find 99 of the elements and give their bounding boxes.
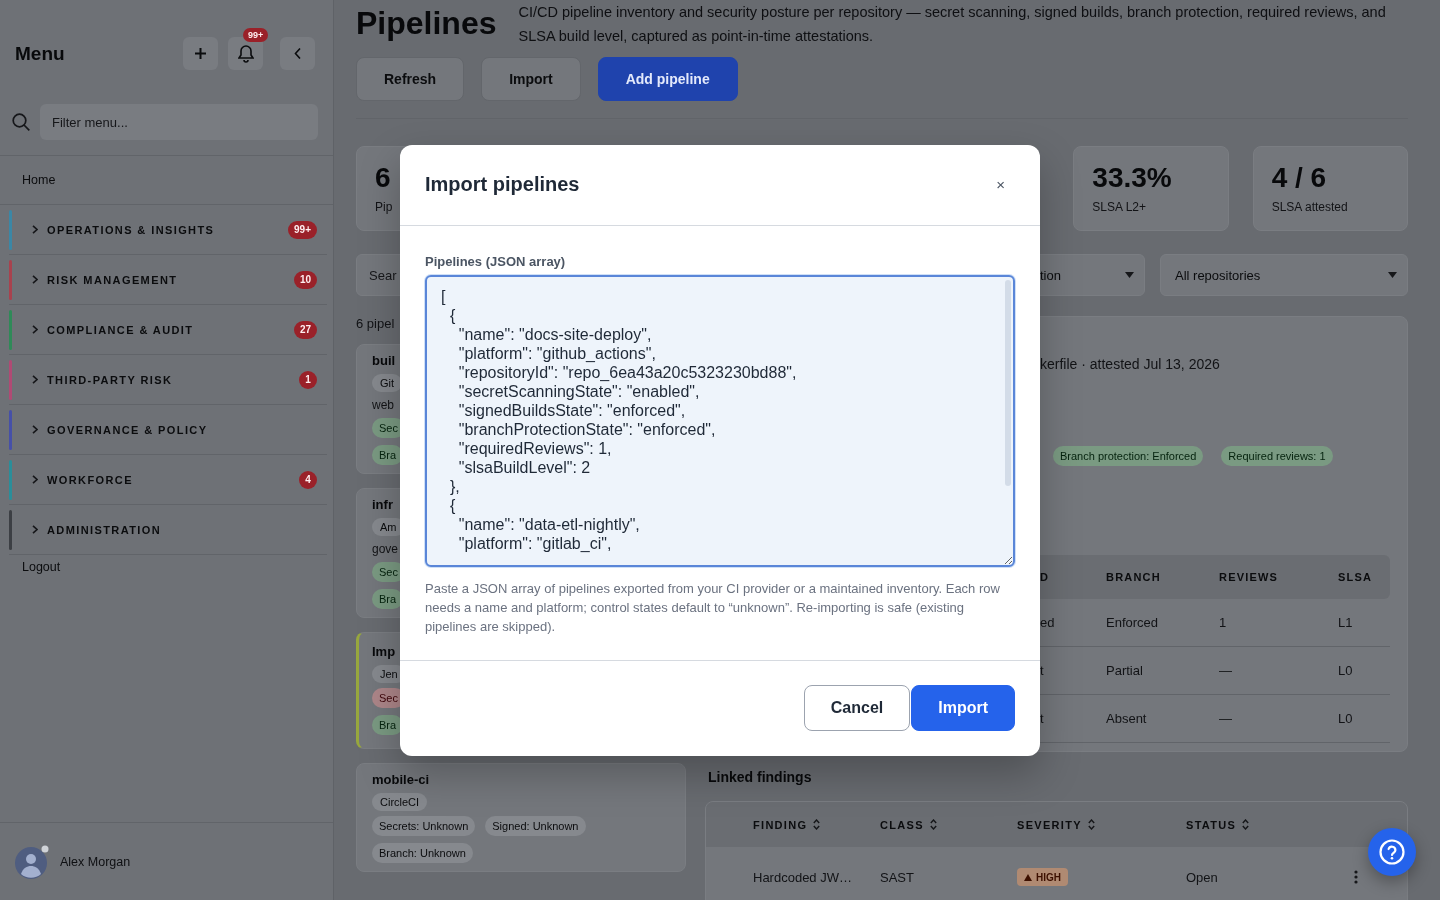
notification-badge: 99+ [243, 28, 269, 42]
sortable-column-header[interactable]: CLASS [880, 818, 937, 831]
plus-icon [195, 48, 206, 59]
count-badge: 99+ [288, 220, 317, 239]
sortable-column-header[interactable]: SEVERITY [1017, 818, 1095, 831]
pipeline-name: buil [372, 353, 396, 369]
nav-section[interactable]: THIRD-PARTY RISK 1 [9, 355, 327, 405]
filter-field[interactable]: Filter menu... [40, 104, 318, 140]
control-chip: Signed: Unknown [485, 816, 586, 836]
column-header: REVIEWS [1219, 571, 1279, 583]
sortable-column-header[interactable]: FINDING [753, 818, 821, 831]
search-icon [12, 113, 30, 131]
section-title: Linked findings [708, 768, 812, 786]
table-cell: 1 [1219, 615, 1227, 630]
severity-text: HIGH [1036, 871, 1061, 883]
chevron-left-icon [294, 48, 301, 59]
nav-section[interactable]: COMPLIANCE & AUDIT 27 [9, 305, 327, 355]
platform-tag: Git [372, 374, 403, 392]
table-cell: Hardcoded JW… [753, 869, 852, 885]
stat-value: 4 / 6 [1271, 162, 1327, 194]
stat-label: Pip [375, 199, 393, 215]
table-cell: Partial [1106, 663, 1143, 678]
table-cell: Open [1186, 869, 1218, 885]
sort-icon [1087, 819, 1095, 830]
close-button[interactable]: × [992, 174, 1009, 195]
stat-label: SLSA attested [1271, 199, 1348, 215]
attestation-text: kerfile · attested Jul 13, 2026 [1040, 355, 1220, 374]
toolbar-button[interactable]: Refresh [356, 57, 465, 101]
bell-icon [237, 44, 254, 63]
nav-section[interactable]: RISK MANAGEMENT 10 [9, 255, 327, 305]
table-cell: t [1040, 663, 1044, 678]
import-button[interactable]: Import [911, 684, 1015, 731]
table-cell: SAST [880, 869, 914, 885]
avatar-icon [15, 844, 49, 879]
stat-value: 33.3% [1092, 162, 1172, 194]
count-badge: 27 [293, 320, 317, 339]
nav-section[interactable]: ADMINISTRATION [9, 505, 327, 555]
count-badge: 1 [299, 370, 317, 389]
table-cell: L0 [1338, 711, 1353, 726]
column-header-text: STATUS [1186, 818, 1237, 831]
help-icon [1379, 839, 1405, 865]
table-cell: — [1219, 711, 1232, 726]
sort-icon [813, 819, 821, 830]
count-badge: 10 [293, 270, 317, 289]
scrollbar[interactable] [1005, 279, 1011, 486]
pipeline-count: 6 pipel [356, 316, 395, 332]
pipeline-name: Imp [372, 644, 396, 660]
page-description: CI/CD pipeline inventory and security posture per repository — secret scanning, signed builds, branch protection, required reviews, and SLSA build level, captured as point-in-time attestations. [518, 3, 1387, 46]
sidebar-title: Menu [15, 42, 66, 65]
column-header: SLSA [1338, 571, 1373, 583]
stat-value: 6 [375, 162, 391, 194]
warning-triangle-icon [1024, 873, 1032, 881]
add-button[interactable] [183, 37, 218, 70]
stat-label: SLSA L2+ [1092, 199, 1147, 215]
caret-down-icon [1125, 272, 1134, 278]
table-cell: L0 [1338, 663, 1353, 678]
pipeline-name: infr [372, 497, 393, 513]
count-badge: 4 [299, 470, 317, 489]
logout-link[interactable]: Logout [22, 560, 61, 574]
help-text: Paste a JSON array of pipelines exported from your CI provider or a maintained inventory. Each row needs a name and platform; control states default to “unknown”. Re-importing is safe (existing pipelines are skipped). [425, 579, 1001, 636]
column-header-text: CLASS [880, 818, 924, 831]
modal-title: Import pipelines [425, 173, 580, 196]
filter-select[interactable]: All repositories [1160, 254, 1408, 296]
table-cell: t [1040, 711, 1044, 726]
control-chip: Branch: Unknown [372, 843, 473, 863]
json-input-field[interactable]: [ { "name": "docs-site-deploy", "platform": "github_actions", "repositoryId": "repo_6ea43a20c5323230bd88", "secretScanningState": "enabled", "signedBuildsState": "enforced", "branchProtectionState": "enforced", "requiredReviews": 1, "slsaBuildLevel": 2 }, { "name": "data-etl-nightly", "platform": "gitlab_ci", [425, 274, 1015, 567]
table-cell: ed [1040, 615, 1055, 630]
kebab-menu-icon [1354, 870, 1358, 884]
control-chip: Branch protection: Enforced [1053, 446, 1204, 466]
column-header: BRANCH [1106, 571, 1161, 583]
platform-tag: CircleCI [372, 793, 428, 811]
table-cell: Absent [1106, 711, 1147, 726]
page-title: Pipelines [356, 4, 497, 40]
sortable-column-header[interactable]: STATUS [1186, 818, 1250, 831]
user-name: Alex Morgan [60, 854, 131, 869]
notifications-button[interactable] [228, 37, 263, 70]
nav-section[interactable]: WORKFORCE 4 [9, 455, 327, 505]
nav-section[interactable]: OPERATIONS & INSIGHTS 99+ [9, 205, 327, 255]
sort-icon [1242, 819, 1250, 830]
toolbar-button[interactable]: Import [481, 57, 581, 101]
table-cell: — [1219, 663, 1232, 678]
column-header-text: SEVERITY [1017, 818, 1082, 831]
repository-text: web [372, 397, 394, 413]
column-header: D [1040, 571, 1050, 583]
cancel-button[interactable]: Cancel [803, 684, 911, 731]
field-label: Pipelines (JSON array) [425, 253, 566, 270]
caret-down-icon [1388, 272, 1397, 278]
table-cell: L1 [1338, 615, 1353, 630]
nav-section[interactable]: GOVERNANCE & POLICY [9, 405, 327, 455]
sort-icon [929, 819, 937, 830]
control-chip: Required reviews: 1 [1221, 446, 1333, 466]
add-pipeline-button[interactable]: Add pipeline [597, 57, 738, 101]
column-header-text: FINDING [753, 818, 808, 831]
table-cell: Enforced [1106, 615, 1159, 630]
control-chip: Secrets: Unknown [372, 816, 476, 836]
pipeline-card[interactable]: mobile-ci CircleCI Secrets: Unknown Signed: Unknown Branch: Unknown [356, 763, 686, 872]
home-link[interactable]: Home [22, 173, 56, 187]
repository-text: gove [372, 541, 399, 557]
pipeline-name: mobile-ci [372, 772, 430, 788]
